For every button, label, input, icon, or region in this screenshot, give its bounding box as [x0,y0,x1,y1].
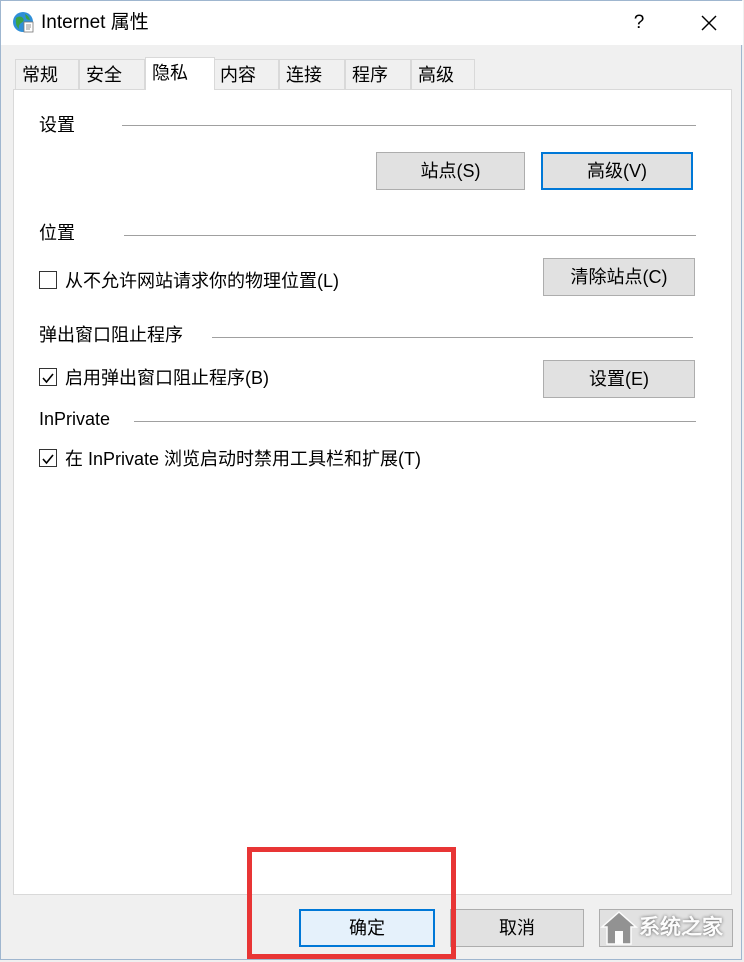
globe-icon [13,12,34,33]
enable-popup-blocker-checkbox[interactable] [39,368,57,386]
advanced-button[interactable]: 高级(V) [541,152,693,190]
tab-general[interactable]: 常规 [15,59,79,89]
settings-divider [122,125,696,126]
tab-advanced[interactable]: 高级 [411,59,475,89]
help-button[interactable]: ? [619,5,659,41]
settings-section-title: 设置 [39,115,75,135]
inprivate-disable-toolbars-checkbox[interactable] [39,449,57,467]
tab-content[interactable]: 内容 [213,59,279,89]
checkmark-icon [42,454,54,465]
tab-connections[interactable]: 连接 [279,59,345,89]
highlight-box [247,847,456,959]
never-allow-location-option[interactable]: 从不允许网站请求你的物理位置(L) [39,270,519,294]
inprivate-disable-toolbars-option[interactable]: 在 InPrivate 浏览启动时禁用工具栏和扩展(T) [39,448,559,472]
popup-blocker-section-title: 弹出窗口阻止程序 [39,325,183,345]
popup-settings-button[interactable]: 设置(E) [543,360,695,398]
close-icon [701,15,717,31]
clear-sites-button[interactable]: 清除站点(C) [543,258,695,296]
inprivate-divider [134,421,696,422]
watermark: 系统之家 [599,905,739,959]
checkmark-icon [42,373,54,384]
title-bar: Internet 属性 ? [1,1,743,45]
never-allow-location-label: 从不允许网站请求你的物理位置(L) [65,271,339,291]
tab-programs[interactable]: 程序 [345,59,411,89]
house-logo-icon [600,910,638,945]
window-title: Internet 属性 [41,12,149,33]
inprivate-disable-toolbars-label: 在 InPrivate 浏览启动时禁用工具栏和扩展(T) [65,449,422,469]
location-section-title: 位置 [39,223,75,243]
close-button[interactable] [687,5,731,41]
internet-properties-dialog: Internet 属性 ? 常规 安全 隐私 内容 连接 程序 高级 设置 站点… [0,0,743,960]
popup-blocker-divider [212,337,693,338]
sites-button[interactable]: 站点(S) [376,152,525,190]
inprivate-section-title: InPrivate [39,409,111,429]
cancel-button[interactable]: 取消 [450,909,584,947]
tab-privacy[interactable]: 隐私 [145,57,215,90]
tab-security[interactable]: 安全 [79,59,145,89]
never-allow-location-checkbox[interactable] [39,271,57,289]
location-divider [124,235,696,236]
privacy-panel: 设置 站点(S) 高级(V) 位置 从不允许网站请求你的物理位置(L) 清除站点… [13,89,732,895]
enable-popup-blocker-option[interactable]: 启用弹出窗口阻止程序(B) [39,367,439,391]
watermark-text: 系统之家 [639,916,723,939]
enable-popup-blocker-label: 启用弹出窗口阻止程序(B) [65,368,269,388]
